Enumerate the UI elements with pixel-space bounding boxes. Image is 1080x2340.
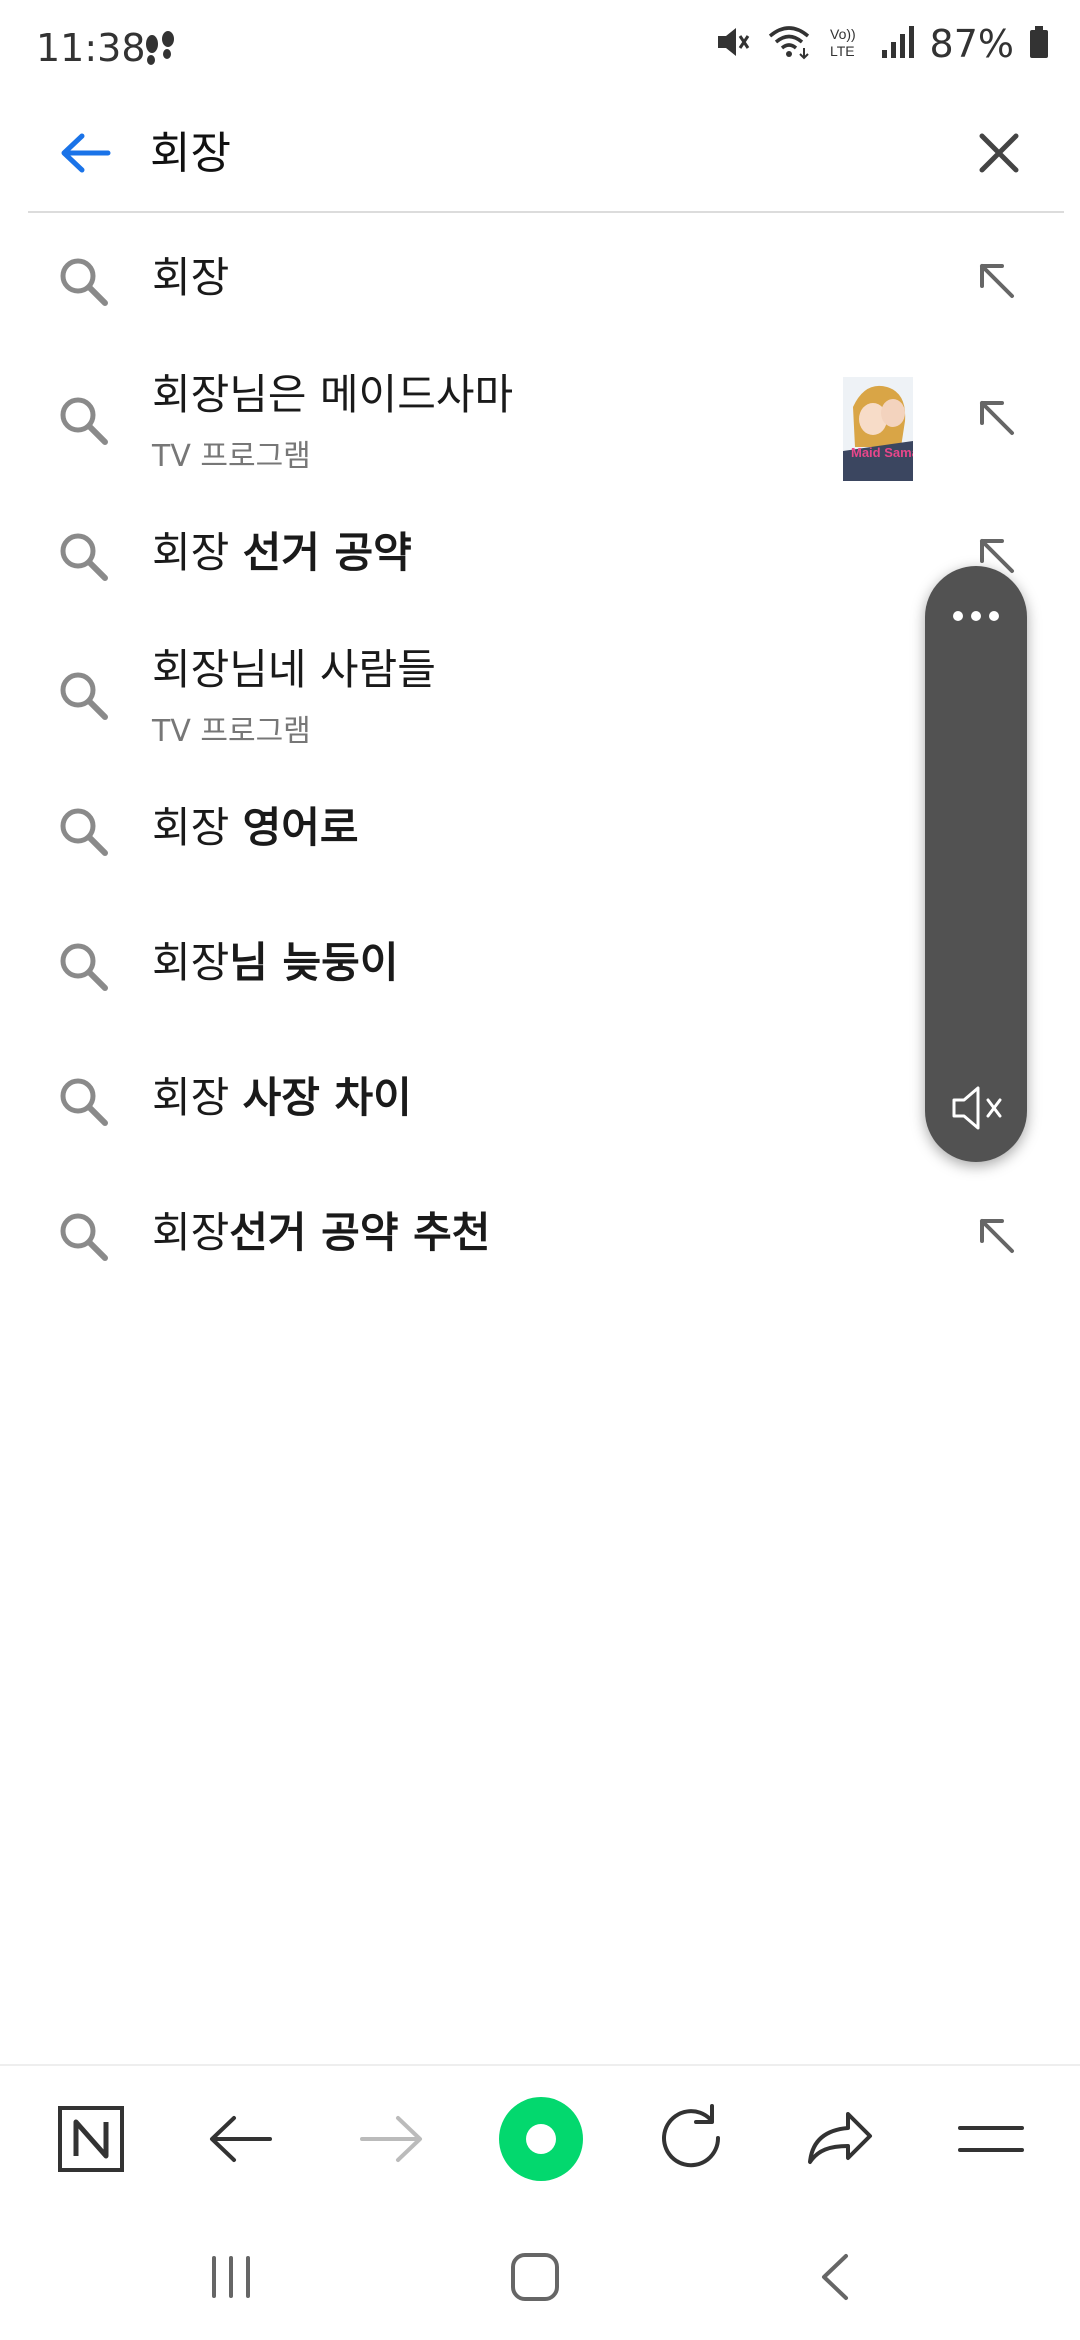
menu-button[interactable] (946, 2094, 1036, 2184)
back-button[interactable] (50, 118, 120, 188)
suggestion-text: 회장 사장 차이 (152, 1070, 412, 1126)
search-icon (56, 668, 110, 722)
suggestion-highlight: 선거 공약 (242, 528, 412, 577)
suggestion-highlight: 선거 공약 추천 (229, 1208, 491, 1257)
suggestion-subtitle: TV 프로그램 (152, 714, 311, 749)
suggestion-text: 회장 영어로 (152, 800, 359, 856)
svg-text:Vo)): Vo)) (830, 26, 856, 42)
wifi-icon (766, 22, 812, 66)
battery-percent: 87% (929, 22, 1014, 66)
refresh-button[interactable] (646, 2094, 736, 2184)
system-nav-bar (0, 2212, 1080, 2340)
naver-home-icon (58, 2106, 124, 2172)
suggestion-prefix: 회장 (152, 1208, 230, 1257)
recent-apps-button[interactable] (196, 2242, 266, 2312)
clear-button[interactable] (964, 118, 1034, 188)
suggestion-prefix: 회장 (152, 938, 230, 987)
suggestion-text: 회장선거 공약 추천 (152, 1205, 490, 1261)
suggestion-item[interactable]: 회장 (0, 212, 1080, 347)
suggestion-text: 회장 선거 공약 (152, 525, 412, 581)
suggestion-item[interactable]: 회장선거 공약 추천 (0, 1167, 1080, 1302)
browser-toolbar (0, 2064, 1080, 2214)
share-button[interactable] (796, 2094, 886, 2184)
thumb-title: Maid Sama! (851, 445, 913, 460)
fill-query-arrow-icon[interactable] (972, 1211, 1020, 1259)
suggestion-subtitle: TV 프로그램 (152, 439, 311, 474)
naver-home-button[interactable] (46, 2094, 136, 2184)
footsteps-icon (142, 30, 178, 74)
suggestion-list: 회장회장님은 메이드사마TV 프로그램Maid Sama!회장 선거 공약회장님… (0, 212, 1080, 1302)
search-header: 회장 (0, 100, 1080, 212)
system-back-button[interactable] (802, 2242, 872, 2312)
home-icon (511, 2253, 559, 2301)
search-icon (56, 804, 110, 858)
back-arrow-icon (210, 2116, 272, 2162)
search-icon (56, 529, 110, 583)
suggestion-item[interactable]: 회장님네 사람들 TV 프로그램 (0, 622, 1080, 762)
search-input[interactable]: 회장 (150, 118, 231, 190)
suggestion-text: 회장님네 사람들 (152, 642, 436, 698)
suggestion-prefix: 회장 (152, 528, 243, 577)
refresh-icon (662, 2104, 721, 2168)
search-icon (56, 393, 110, 447)
suggestion-thumbnail: Maid Sama! (843, 377, 913, 481)
suggestion-item[interactable]: 회장 사장 차이 (0, 1032, 1080, 1167)
suggestion-item[interactable]: 회장님 늦둥이 (0, 897, 1080, 1032)
chevron-left-icon (822, 2254, 848, 2300)
suggestion-item[interactable]: 회장님은 메이드사마 TV 프로그램 Maid Sama! (0, 347, 1080, 487)
home-button[interactable] (500, 2242, 570, 2312)
status-time: 11:38 (36, 26, 146, 70)
status-bar: 11:38 Vo)) LTE 87% (0, 0, 1080, 100)
mute-icon[interactable] (948, 1080, 1004, 1136)
mute-icon (712, 22, 752, 66)
volte-icon: Vo)) LTE (826, 22, 866, 66)
suggestion-text: 회장님 늦둥이 (152, 935, 398, 991)
share-icon (808, 2112, 872, 2164)
suggestion-prefix: 회장 (152, 1073, 243, 1122)
floating-volume-panel[interactable] (925, 566, 1027, 1162)
suggestion-prefix: 회장님은 메이드사마 (152, 370, 514, 419)
more-options-icon[interactable] (948, 606, 1004, 626)
svg-text:LTE: LTE (830, 43, 855, 59)
suggestion-text: 회장 (152, 250, 229, 306)
fill-query-arrow-icon[interactable] (972, 393, 1020, 441)
green-dot-icon (499, 2097, 583, 2181)
suggestion-text: 회장님은 메이드사마 (152, 367, 513, 423)
back-arrow-icon (61, 133, 111, 173)
menu-icon (958, 2126, 1024, 2152)
close-icon (979, 133, 1019, 173)
search-icon (56, 939, 110, 993)
search-icon (56, 254, 110, 308)
fill-query-arrow-icon[interactable] (972, 256, 1020, 304)
signal-icon (880, 22, 916, 66)
suggestion-item[interactable]: 회장 영어로 (0, 762, 1080, 897)
green-dot-button[interactable] (496, 2094, 586, 2184)
suggestion-highlight: 영어로 (242, 803, 359, 852)
suggestion-item[interactable]: 회장 선거 공약 (0, 487, 1080, 622)
search-icon (56, 1209, 110, 1263)
suggestion-prefix: 회장 (152, 803, 243, 852)
battery-icon (1028, 22, 1050, 66)
search-icon (56, 1074, 110, 1128)
forward-arrow-icon (360, 2116, 422, 2162)
suggestion-prefix: 회장 (152, 253, 230, 302)
suggestion-highlight: 님 늦둥이 (229, 938, 399, 987)
suggestion-prefix: 회장님네 사람들 (152, 645, 436, 694)
browser-forward-button[interactable] (346, 2094, 436, 2184)
browser-back-button[interactable] (196, 2094, 286, 2184)
recent-apps-icon (212, 2256, 250, 2298)
suggestion-highlight: 사장 차이 (242, 1073, 412, 1122)
